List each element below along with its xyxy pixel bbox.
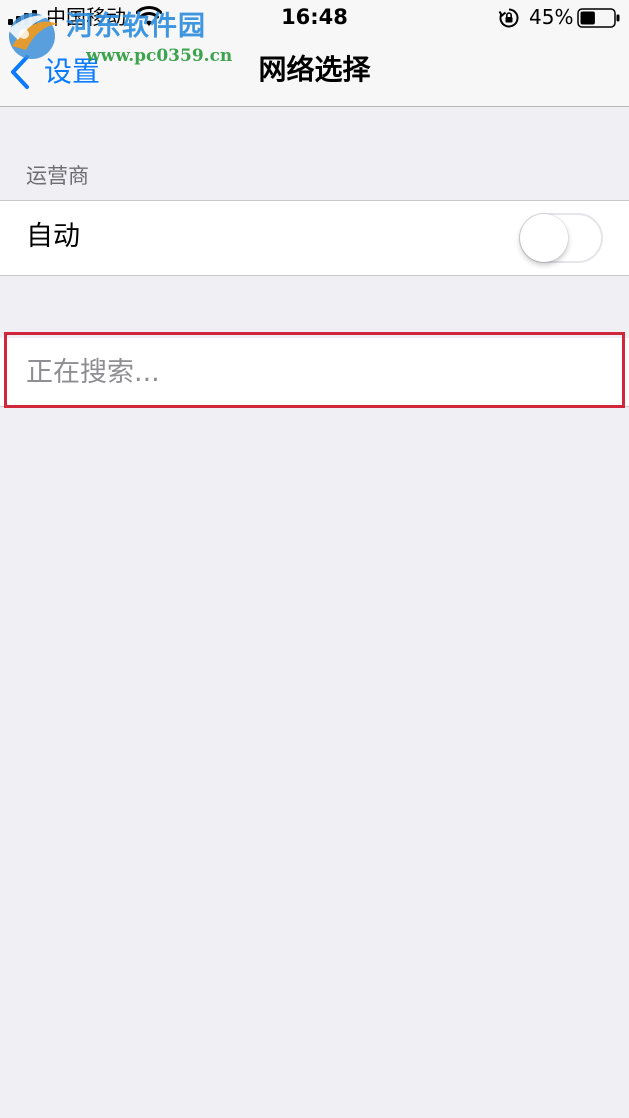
searching-status-text: 正在搜索...: [26, 357, 160, 388]
auto-select-label: 自动: [26, 221, 80, 252]
auto-select-row: 自动: [0, 200, 629, 276]
battery-icon: [577, 8, 620, 28]
watermark-title: 河东软件园: [66, 11, 206, 42]
section-header-carrier: 运营商: [26, 164, 89, 188]
watermark-logo: [8, 13, 58, 59]
auto-select-toggle[interactable]: [519, 213, 603, 263]
watermark-url: www.pc0359.cn: [86, 46, 233, 66]
searching-row: 正在搜索...: [0, 338, 629, 407]
rotation-lock-icon: [498, 8, 519, 28]
toggle-knob: [520, 214, 568, 262]
battery-percent: 45%: [529, 5, 574, 29]
